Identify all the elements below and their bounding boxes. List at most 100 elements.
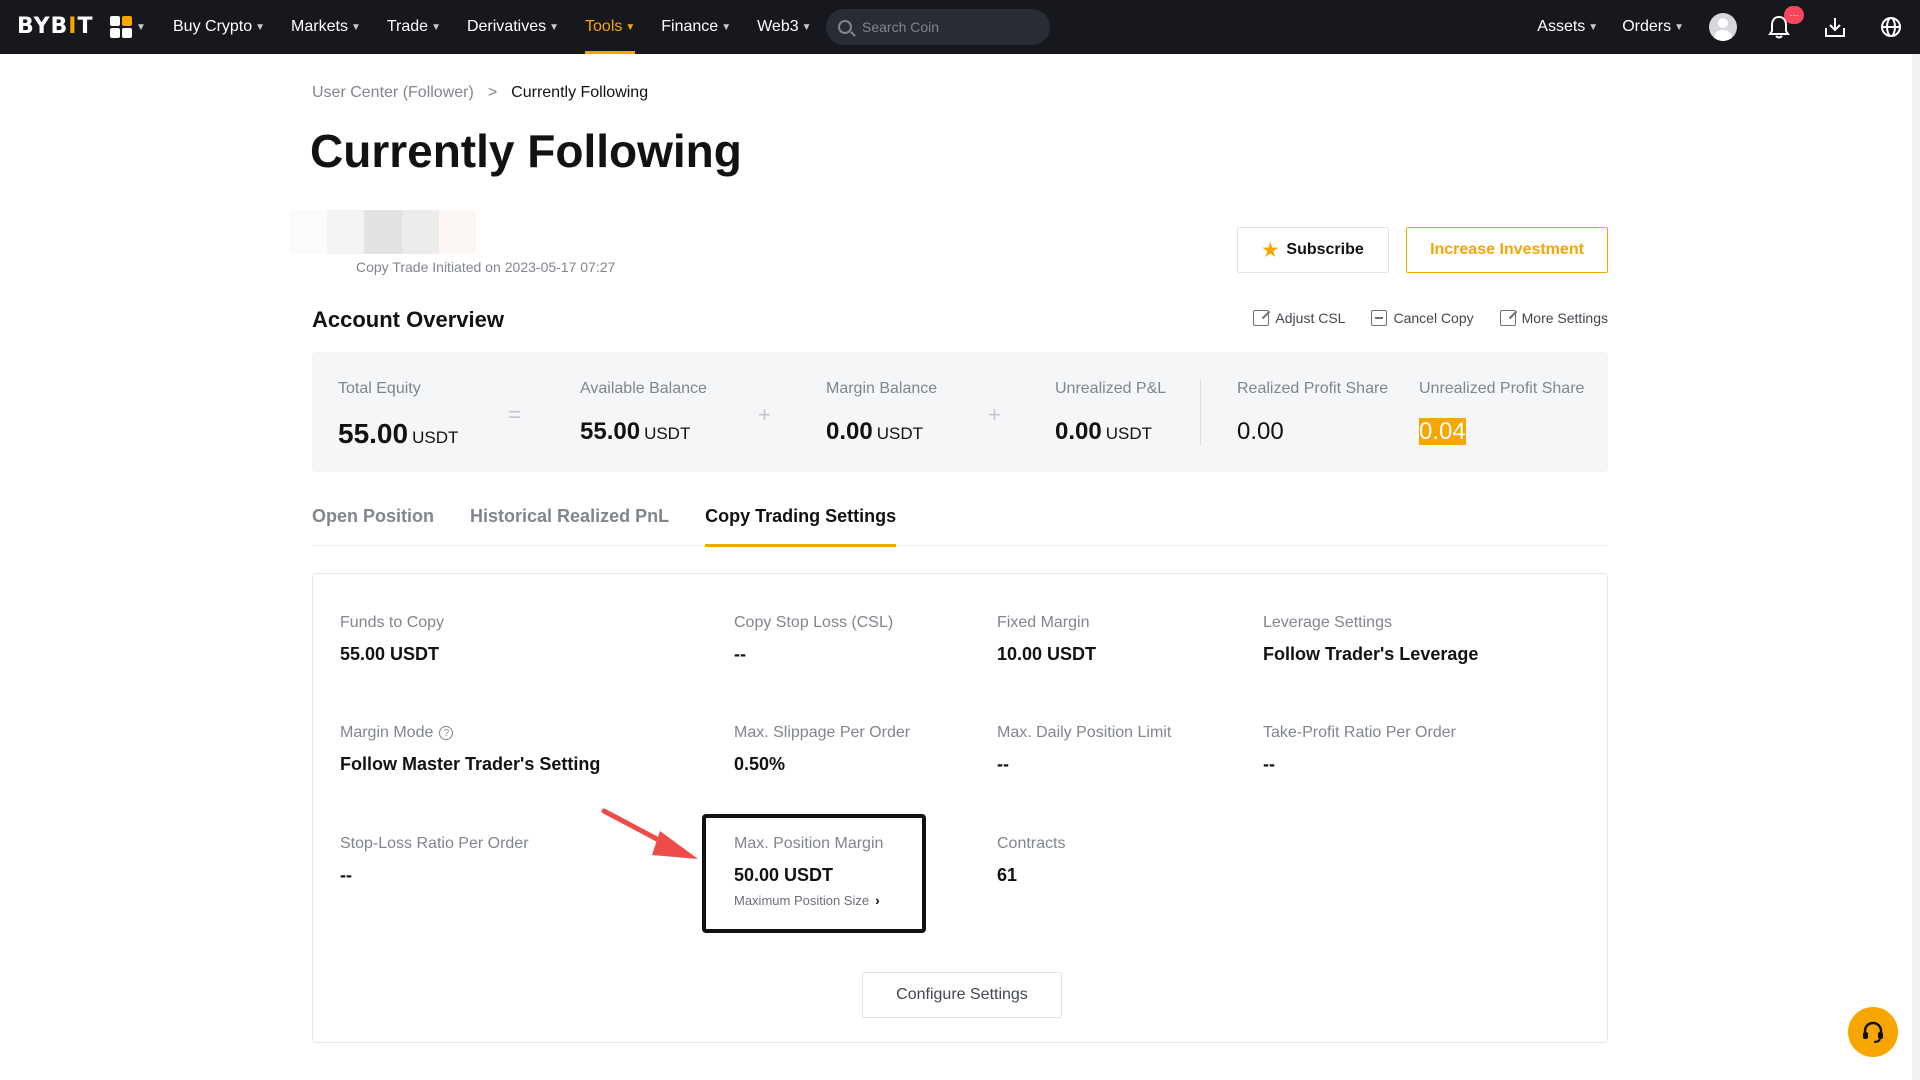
minus-square-icon: [1371, 310, 1388, 326]
copy-trading-settings-panel: Funds to Copy 55.00 USDT Copy Stop Loss …: [312, 573, 1608, 1043]
chevron-right-icon: ›: [875, 892, 880, 908]
maximum-position-size-link[interactable]: Maximum Position Size ›: [734, 892, 883, 908]
main-menu: Buy Crypto ▼ Markets ▼ Trade ▼ Derivatives ▼…: [173, 0, 838, 54]
realized-profit-share-value: 0.00: [1237, 418, 1284, 445]
equals-sign: =: [508, 402, 521, 427]
setting-label: Copy Stop Loss (CSL): [734, 614, 894, 631]
setting-label: Stop-Loss Ratio Per Order: [340, 835, 529, 852]
adjust-csl-button[interactable]: Adjust CSL: [1253, 310, 1345, 326]
setting-label: Margin Mode?: [340, 724, 600, 742]
unrealized-profit-share: Unrealized Profit Share 0.04: [1419, 380, 1584, 446]
nav-label: Derivatives: [466, 18, 547, 35]
trader-avatar-blurred: [290, 210, 477, 254]
initiated-label: Copy Trade Initiated on: [356, 259, 501, 275]
top-navbar: BYBIT ▼ Buy Crypto ▼ Markets ▼ Trade ▼ Deri…: [0, 0, 1920, 54]
total-equity-unit: USDT: [412, 428, 459, 447]
tab-copy-trading-settings[interactable]: Copy Trading Settings: [705, 502, 897, 547]
unrealized-pnl: Unrealized P&L 0.00 USDT: [1055, 380, 1166, 446]
margin-mode-label: Margin Mode: [340, 724, 434, 741]
caret-down-icon: ▼: [1588, 21, 1599, 33]
edit-icon: [1499, 310, 1516, 326]
caret-down-icon: ▼: [549, 21, 560, 33]
customer-support-button[interactable]: [1848, 1007, 1898, 1057]
setting-funds-to-copy: Funds to Copy 55.00 USDT: [340, 614, 444, 665]
increase-investment-button[interactable]: Increase Investment: [1406, 227, 1608, 273]
tab-open-position[interactable]: Open Position: [312, 502, 434, 546]
setting-value: 0.50%: [734, 754, 786, 774]
available-balance-value: 55.00 USDT: [580, 418, 707, 446]
setting-label: Contracts: [997, 835, 1066, 852]
copy-trade-initiated: Copy Trade Initiated on 2023-05-17 07:27: [356, 259, 615, 275]
nav-orders[interactable]: Orders ▼: [1622, 18, 1684, 36]
unrealized-profit-share-amount: 0.04: [1419, 418, 1466, 445]
nav-derivatives[interactable]: Derivatives ▼: [467, 0, 559, 54]
nav-right: Assets ▼ Orders ▼ ···: [1537, 0, 1920, 54]
available-balance-label: Available Balance: [580, 380, 707, 397]
nav-finance[interactable]: Finance ▼: [661, 0, 731, 54]
globe-icon: [1881, 17, 1901, 37]
setting-copy-stop-loss: Copy Stop Loss (CSL) --: [734, 614, 893, 665]
setting-value: 55.00 USDT: [340, 644, 440, 664]
unrealized-pnl-value: 0.00 USDT: [1055, 418, 1166, 446]
total-equity-amount: 55.00: [338, 418, 409, 449]
available-balance-unit: USDT: [644, 424, 691, 443]
setting-leverage: Leverage Settings Follow Trader's Levera…: [1263, 614, 1478, 665]
nav-web3[interactable]: Web3 ▼: [757, 0, 811, 54]
setting-max-position-margin: Max. Position Margin 50.00 USDT Maximum …: [734, 835, 883, 908]
user-avatar[interactable]: [1708, 12, 1738, 42]
more-settings-button[interactable]: More Settings: [1499, 310, 1608, 326]
help-icon[interactable]: ?: [439, 726, 454, 740]
margin-balance-value: 0.00 USDT: [826, 418, 937, 446]
margin-balance-label: Margin Balance: [826, 380, 938, 397]
account-overview-title: Account Overview: [312, 307, 504, 332]
search-input[interactable]: [862, 19, 1022, 35]
bybit-logo[interactable]: BYBIT: [17, 14, 93, 39]
caret-down-icon: ▼: [625, 21, 636, 33]
setting-label: Leverage Settings: [1263, 614, 1392, 631]
setting-value: Follow Master Trader's Setting: [340, 754, 601, 774]
overview-divider: [1200, 380, 1201, 446]
plus-sign: +: [758, 402, 771, 427]
page-title: Currently Following: [310, 125, 742, 177]
page-scrollbar[interactable]: [1912, 54, 1920, 1080]
apps-menu-button[interactable]: ▼: [110, 16, 146, 38]
setting-value: 50.00 USDT: [734, 865, 834, 885]
star-icon: ★: [1262, 239, 1279, 260]
nav-label: Finance: [661, 18, 719, 35]
caret-down-icon: ▼: [801, 21, 812, 33]
setting-contracts: Contracts 61: [997, 835, 1065, 886]
setting-value: --: [997, 754, 1009, 774]
tab-historical-realized-pnl[interactable]: Historical Realized PnL: [470, 502, 669, 546]
nav-trade[interactable]: Trade ▼: [387, 0, 441, 54]
setting-value: --: [734, 644, 746, 664]
notification-badge: ···: [1784, 6, 1804, 24]
breadcrumb-parent[interactable]: User Center (Follower): [312, 84, 474, 102]
nav-markets[interactable]: Markets ▼: [291, 0, 361, 54]
notifications-button[interactable]: ···: [1764, 6, 1804, 42]
language-button[interactable]: [1876, 12, 1906, 42]
configure-settings-button[interactable]: Configure Settings: [862, 972, 1062, 1018]
realized-profit-share: Realized Profit Share 0.00: [1237, 380, 1388, 446]
setting-value: 61: [997, 865, 1018, 885]
maximum-position-size-label: Maximum Position Size: [734, 892, 870, 908]
breadcrumb-separator: >: [487, 84, 498, 101]
account-overview-panel: Total Equity 55.00 USDT = Available Balan…: [312, 352, 1608, 472]
nav-label: Markets: [291, 18, 348, 35]
setting-label: Max. Slippage Per Order: [734, 724, 911, 741]
increase-investment-label: Increase Investment: [1430, 241, 1584, 258]
setting-label: Fixed Margin: [997, 614, 1090, 631]
total-equity: Total Equity 55.00 USDT: [338, 380, 458, 450]
cancel-copy-button[interactable]: Cancel Copy: [1371, 310, 1474, 326]
nav-label: Tools: [585, 18, 623, 35]
margin-balance: Margin Balance 0.00 USDT: [826, 380, 937, 446]
adjust-csl-label: Adjust CSL: [1275, 310, 1346, 326]
nav-buy-crypto[interactable]: Buy Crypto ▼: [173, 0, 265, 54]
search-icon: [838, 20, 852, 34]
download-button[interactable]: [1820, 12, 1850, 42]
subscribe-button[interactable]: ★ Subscribe: [1237, 227, 1389, 273]
margin-balance-amount: 0.00: [826, 418, 873, 445]
search-box[interactable]: [826, 9, 1050, 45]
nav-tools[interactable]: Tools ▼: [585, 0, 636, 54]
nav-assets[interactable]: Assets ▼: [1537, 18, 1598, 36]
nav-label: Web3: [757, 18, 799, 35]
